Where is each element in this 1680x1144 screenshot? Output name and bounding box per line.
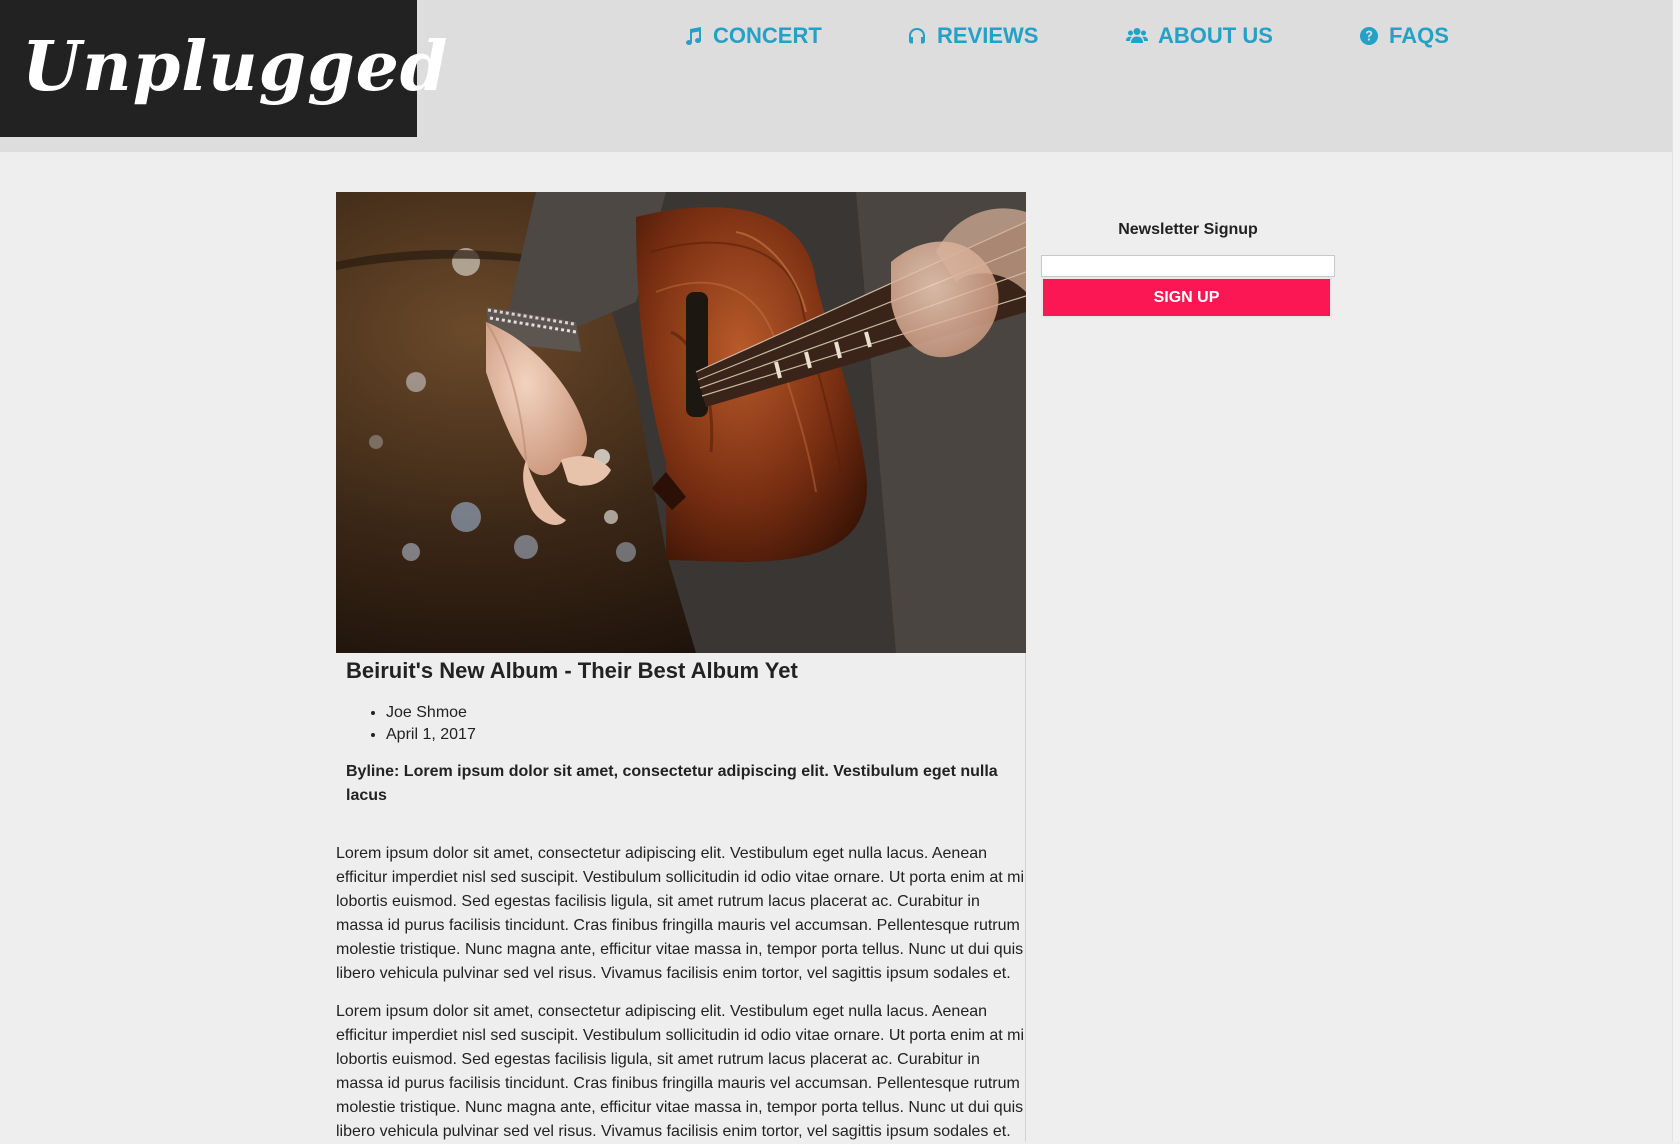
nav-label-concert: CONCERT: [713, 23, 822, 48]
sign-up-button[interactable]: SIGN UP: [1041, 277, 1332, 318]
nav-item-about-us[interactable]: ABOUT US: [1126, 20, 1273, 52]
logo-text: Unplugged: [22, 27, 449, 107]
nav-item-faqs[interactable]: FAQS: [1359, 20, 1449, 52]
article-paragraph: Lorem ipsum dolor sit amet, consectetur …: [336, 845, 1025, 982]
article-meta: Joe Shmoe April 1, 2017: [386, 702, 476, 746]
article: Beiruit's New Album - Their Best Album Y…: [336, 192, 1026, 1142]
headphones-icon: [909, 28, 925, 44]
window-edge: [1672, 0, 1680, 1142]
site-header: Unplugged CONCERT REVIEWS ABOUT US FAQS: [0, 0, 1672, 152]
nav-item-reviews[interactable]: REVIEWS: [907, 20, 1038, 52]
nav-label-faqs: FAQS: [1389, 23, 1449, 48]
article-date: April 1, 2017: [386, 724, 476, 746]
music-note-icon: [686, 27, 702, 46]
article-paragraph: Lorem ipsum dolor sit amet, consectetur …: [336, 1003, 1025, 1140]
nav-label-reviews: REVIEWS: [937, 23, 1039, 48]
nav-item-concert[interactable]: CONCERT: [683, 20, 822, 52]
article-byline: Byline: Lorem ipsum dolor sit amet, cons…: [346, 763, 998, 804]
guitarist-photo: [336, 192, 1026, 653]
logo[interactable]: Unplugged: [0, 0, 447, 137]
article-hero-image: [336, 192, 1026, 653]
nav-label-about-us: ABOUT US: [1158, 23, 1273, 48]
newsletter-title: Newsletter Signup: [1118, 221, 1258, 238]
newsletter-email-input[interactable]: [1041, 255, 1335, 277]
article-title: Beiruit's New Album - Their Best Album Y…: [346, 658, 798, 683]
article-author: Joe Shmoe: [386, 702, 476, 724]
question-circle-icon: [1359, 27, 1378, 45]
users-icon: [1126, 28, 1148, 43]
